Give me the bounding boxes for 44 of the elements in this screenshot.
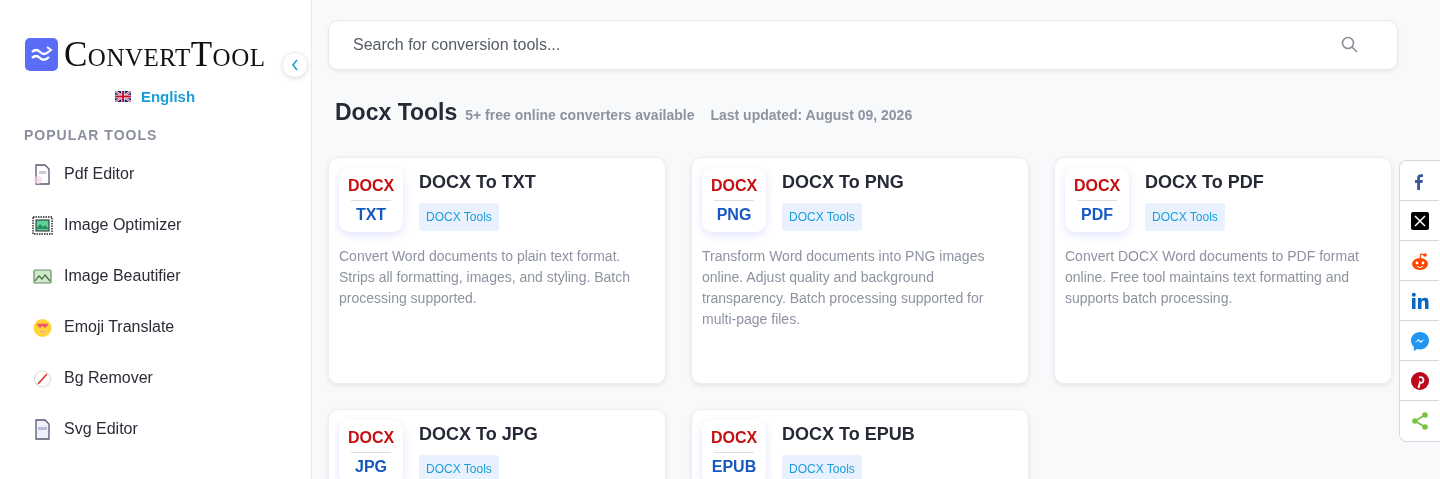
sidebar-item[interactable]: Image Beautifier <box>64 267 181 285</box>
tool-card[interactable]: DOCX TXT DOCX To TXT DOCX Tools Convert Word documents to plain text format. Strips all formatting, images, and styling. Batch processing supported. <box>328 157 666 384</box>
card-description: Convert DOCX Word documents to PDF format online. Free tool maintains text formatting and supports batch processing. <box>1065 247 1360 308</box>
search-icon <box>1341 36 1358 53</box>
section-title: POPULAR TOOLS <box>24 127 159 143</box>
card-title[interactable]: DOCX To EPUB <box>782 424 915 445</box>
tool-card[interactable]: DOCX PDF DOCX To PDF DOCX Tools Convert DOCX Word documents to PDF format online. Free tool maintains text formatting and supports batch processing. <box>1054 157 1392 384</box>
tool-card[interactable]: DOCX PNG DOCX To PNG DOCX Tools Transform Word documents into PNG images online. Adjust quality and background transparency. Batch processing supported for multi-page files. <box>691 157 1029 384</box>
sidebar-item[interactable]: Image Optimizer <box>64 216 182 234</box>
card-description: Convert Word documents to plain text format. Strips all formatting, images, and styling. Batch processing supported. <box>339 247 632 308</box>
sidebar-item[interactable]: Svg Editor <box>64 420 138 438</box>
chevron-left-icon <box>291 59 299 71</box>
tool-card[interactable]: DOCX EPUB DOCX To EPUB DOCX Tools <box>691 409 1029 479</box>
last-updated: Last updated: August 09, 2026 <box>710 107 913 123</box>
card-title[interactable]: DOCX To JPG <box>419 424 538 445</box>
card-title[interactable]: DOCX To PNG <box>782 172 904 193</box>
target-format: EPUB <box>711 457 757 476</box>
sidebar-item[interactable]: Bg Remover <box>64 369 153 387</box>
x-icon <box>1408 209 1431 232</box>
brand-name[interactable]: ConvertTool <box>64 37 266 72</box>
target-format: PNG <box>716 205 752 224</box>
image-optimize-icon <box>31 213 54 237</box>
sidebar-item[interactable]: Emoji Translate <box>64 318 175 336</box>
logo-icon <box>25 38 58 71</box>
card-title[interactable]: DOCX To TXT <box>419 172 536 193</box>
sidebar-item[interactable]: Pdf Editor <box>64 165 135 183</box>
target-format: PDF <box>1081 205 1113 224</box>
flag-icon <box>114 91 131 102</box>
target-format: JPG <box>355 457 387 476</box>
card-description: Transform Word documents into PNG images online. Adjust quality and background transparency. Batch processing supported for multi-page files. <box>702 247 986 329</box>
card-title[interactable]: DOCX To PDF <box>1145 172 1264 193</box>
tool-card[interactable]: DOCX JPG DOCX To JPG DOCX Tools <box>328 409 666 479</box>
page-title: Docx Tools <box>335 99 458 126</box>
source-format: DOCX <box>1073 176 1121 195</box>
messenger-icon <box>1408 329 1431 352</box>
facebook-share-button[interactable] <box>1400 161 1439 201</box>
search-field[interactable]: Search for conversion tools... <box>328 20 1398 70</box>
source-format: DOCX <box>347 176 395 195</box>
source-format: DOCX <box>710 176 758 195</box>
source-format: DOCX <box>710 428 758 447</box>
converter-count: 5+ free online converters available <box>465 107 695 123</box>
target-format: TXT <box>355 205 387 224</box>
source-format: DOCX <box>347 428 395 447</box>
pinterest-icon <box>1408 369 1431 392</box>
